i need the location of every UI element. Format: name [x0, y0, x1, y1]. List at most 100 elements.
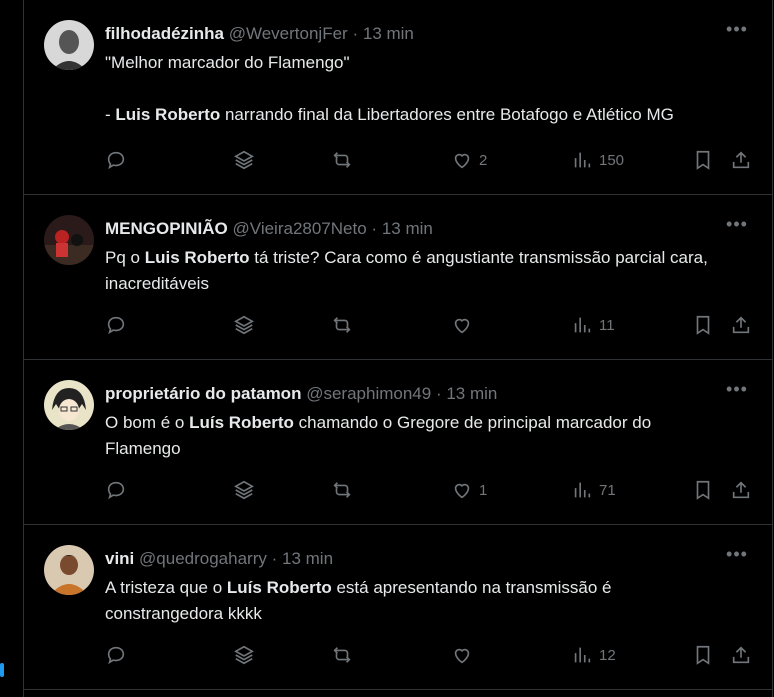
share-button[interactable] — [730, 313, 752, 337]
reply-icon — [107, 481, 125, 500]
text-segment: narrando final da Libertadores entre Bot… — [220, 105, 674, 124]
view-count: 11 — [599, 316, 615, 334]
tweet-line: Flamengo — [105, 439, 181, 458]
grok-button[interactable] — [233, 313, 255, 337]
grok-button[interactable] — [233, 478, 255, 502]
tweet[interactable]: MENGOPINIÃO @Vieira2807Neto · 13 min •••… — [24, 195, 772, 360]
display-name[interactable]: filhodadézinha — [105, 24, 224, 43]
tweet-line: O bom é o Luís Roberto chamando o Gregor… — [105, 410, 756, 436]
grok-icon — [234, 315, 254, 335]
reply-button[interactable] — [105, 148, 127, 172]
tweet-text: A tristeza que o Luís Roberto está apres… — [105, 575, 756, 627]
tweet-line: inacreditáveis — [105, 274, 209, 293]
bookmark-icon — [696, 645, 710, 665]
grok-icon — [234, 480, 254, 500]
bookmark-button[interactable] — [692, 148, 714, 172]
like-button[interactable]: 2 — [451, 148, 487, 172]
more-options-icon[interactable]: ••• — [724, 20, 750, 42]
avatar[interactable] — [44, 380, 94, 430]
like-icon — [454, 648, 470, 664]
share-button[interactable] — [730, 643, 752, 667]
tweet-actions: 1 71 — [105, 478, 756, 502]
text-segment: está apresentando na transmissão é — [331, 578, 612, 597]
grok-button[interactable] — [233, 148, 255, 172]
views-icon — [574, 482, 591, 498]
like-count: 2 — [479, 151, 488, 169]
timeline-feed: filhodadézinha @WevertonjFer · 13 min ••… — [23, 0, 773, 697]
like-count: 1 — [479, 481, 488, 499]
retweet-icon — [333, 317, 351, 333]
reply-icon — [107, 316, 125, 335]
share-button[interactable] — [730, 478, 752, 502]
highlighted-name: Luís Roberto — [226, 578, 332, 597]
text-segment: Pq o — [105, 248, 145, 267]
display-name[interactable]: proprietário do patamon — [105, 384, 301, 403]
handle[interactable]: @WevertonjFer — [229, 24, 348, 43]
tweet-line: Pq o Luis Roberto tá triste? Cara como é… — [105, 245, 756, 271]
tweet[interactable]: vini @quedrogaharry · 13 min ••• A trist… — [24, 525, 772, 690]
like-button[interactable]: 1 — [451, 478, 487, 502]
handle[interactable]: @Vieira2807Neto — [233, 219, 367, 238]
reply-button[interactable] — [105, 313, 127, 337]
views-button[interactable]: 11 — [571, 313, 615, 337]
share-icon — [732, 646, 750, 664]
reply-icon — [107, 646, 125, 665]
timestamp[interactable]: 13 min — [282, 549, 333, 568]
handle[interactable]: @quedrogaharry — [139, 549, 267, 568]
retweet-button[interactable] — [331, 148, 353, 172]
text-segment: chamando o Gregore de principal marcador… — [293, 413, 652, 432]
grok-icon — [234, 645, 254, 665]
share-button[interactable] — [730, 148, 752, 172]
timestamp[interactable]: 13 min — [382, 219, 433, 238]
reply-icon — [107, 151, 125, 170]
bookmark-button[interactable] — [692, 478, 714, 502]
bookmark-button[interactable] — [692, 643, 714, 667]
avatar[interactable] — [44, 545, 94, 595]
retweet-icon — [333, 152, 351, 168]
share-icon — [732, 316, 750, 334]
views-button[interactable]: 12 — [571, 643, 616, 667]
more-options-icon[interactable]: ••• — [724, 545, 750, 567]
view-count: 12 — [599, 646, 616, 664]
text-segment: A tristeza que o — [105, 578, 227, 597]
highlighted-name: Luís Roberto — [189, 413, 294, 432]
sidebar-edge-indicator — [0, 663, 4, 677]
tweet-text: O bom é o Luís Roberto chamando o Gregor… — [105, 410, 756, 462]
text-segment: tá triste? Cara como é angustiante trans… — [249, 248, 708, 267]
more-options-icon[interactable]: ••• — [724, 215, 750, 237]
bookmark-button[interactable] — [692, 313, 714, 337]
display-name[interactable]: MENGOPINIÃO — [105, 219, 228, 238]
tweet[interactable]: filhodadézinha @WevertonjFer · 13 min ••… — [24, 0, 772, 195]
timestamp[interactable]: 13 min — [446, 384, 497, 403]
highlighted-name: Luis Roberto — [115, 105, 221, 124]
separator: · — [352, 24, 359, 43]
tweet-text: Pq o Luis Roberto tá triste? Cara como é… — [105, 245, 756, 297]
reply-button[interactable] — [105, 643, 127, 667]
separator: · — [271, 549, 278, 568]
tweet-header: MENGOPINIÃO @Vieira2807Neto · 13 min — [105, 217, 712, 241]
like-icon — [454, 153, 470, 169]
views-button[interactable]: 150 — [571, 148, 624, 172]
like-button[interactable] — [451, 643, 479, 667]
timestamp[interactable]: 13 min — [363, 24, 414, 43]
reply-button[interactable] — [105, 478, 127, 502]
like-button[interactable] — [451, 313, 479, 337]
handle[interactable]: @seraphimon49 — [306, 384, 431, 403]
avatar[interactable] — [44, 20, 94, 70]
views-button[interactable]: 71 — [571, 478, 616, 502]
tweet-actions: 12 — [105, 643, 756, 667]
more-options-icon[interactable]: ••• — [724, 380, 750, 402]
display-name[interactable]: vini — [105, 549, 134, 568]
retweet-button[interactable] — [331, 313, 353, 337]
view-count: 150 — [599, 151, 625, 169]
retweet-button[interactable] — [331, 478, 353, 502]
highlighted-name: Luis Roberto — [144, 248, 250, 267]
views-icon — [574, 152, 591, 168]
grok-button[interactable] — [233, 643, 255, 667]
avatar[interactable] — [44, 215, 94, 265]
retweet-icon — [333, 482, 351, 498]
tweet[interactable]: proprietário do patamon @seraphimon49 · … — [24, 360, 772, 525]
separator: · — [371, 219, 378, 238]
retweet-button[interactable] — [331, 643, 353, 667]
tweet-header: filhodadézinha @WevertonjFer · 13 min — [105, 22, 712, 46]
